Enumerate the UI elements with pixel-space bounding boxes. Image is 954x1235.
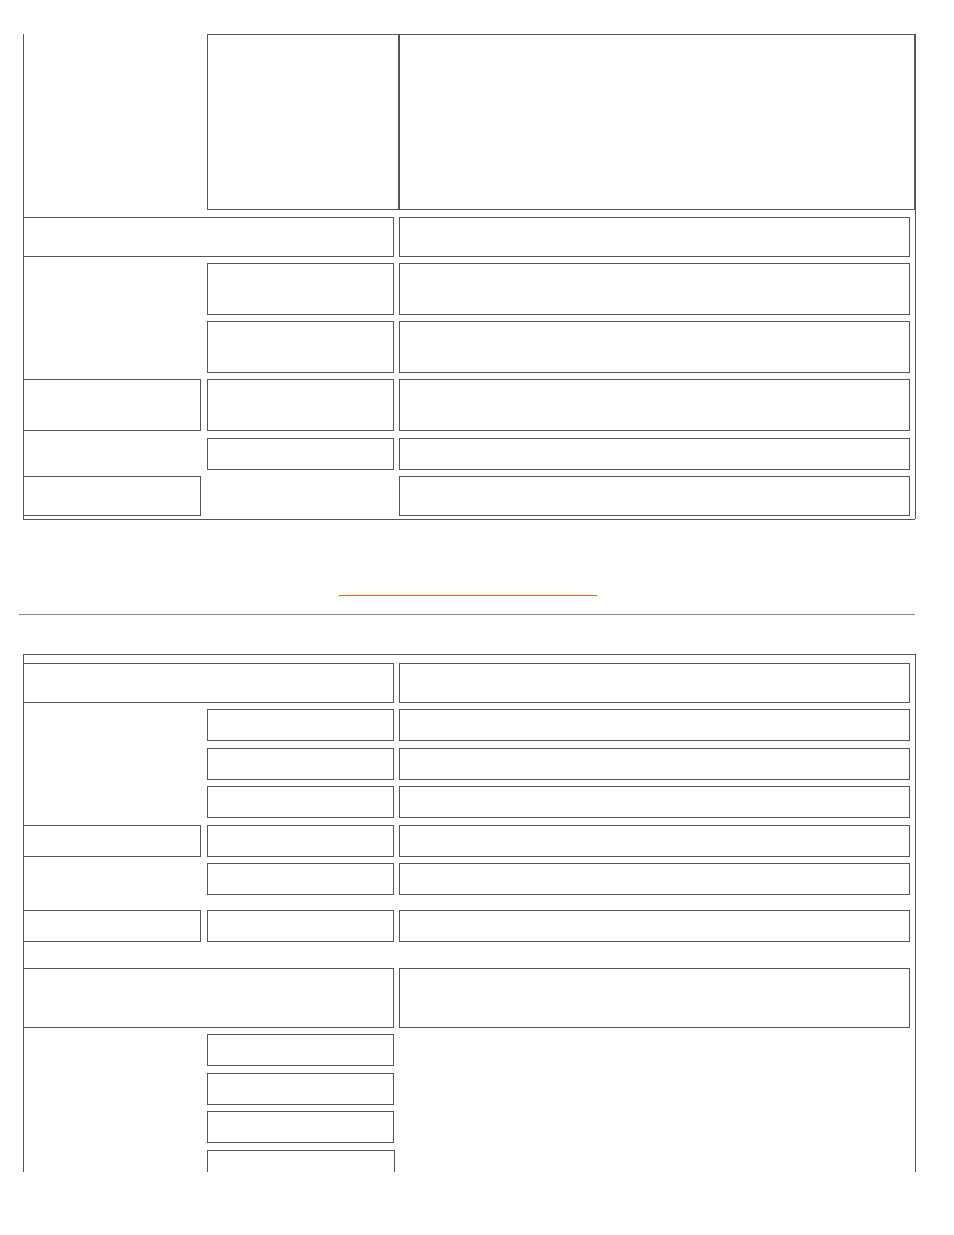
t2-r7-c2 — [399, 968, 910, 1028]
t2-r0-c2 — [399, 663, 910, 703]
t2-r5-c2 — [399, 863, 910, 895]
t2-r2-c2 — [399, 748, 910, 780]
t1-frame-right — [915, 34, 916, 519]
t2-r4-c0 — [23, 825, 201, 857]
t2-r6-c2 — [399, 910, 910, 942]
t2-r1-c1 — [207, 709, 394, 741]
t2-r4-c1 — [207, 825, 394, 857]
t2-r3-c1 — [207, 786, 394, 818]
t1-r2-c1 — [207, 263, 394, 315]
t1-r1-c01 — [23, 217, 394, 257]
t2-r8-c1 — [207, 1034, 394, 1066]
t1-frame-left — [23, 34, 24, 519]
t2-r10-c1 — [207, 1111, 394, 1143]
t2-r5-c1 — [207, 863, 394, 895]
t1-r6-c2 — [399, 476, 910, 516]
t1-r6-c0 — [23, 476, 201, 516]
t1-r4-c0 — [23, 379, 201, 431]
t2-r7-c01 — [23, 968, 394, 1028]
t1-r0-c1 — [207, 34, 399, 210]
t2-r11-right — [394, 1150, 395, 1172]
t2-r6-c0 — [23, 910, 201, 942]
t2-r2-c1 — [207, 748, 394, 780]
t2-r11-left — [207, 1150, 208, 1172]
t1-r0-c2 — [399, 34, 915, 210]
accent-underline — [339, 595, 597, 596]
t1-r3-c1 — [207, 321, 394, 373]
t2-r0-c01 — [23, 663, 394, 703]
t1-r5-c1 — [207, 438, 394, 470]
t1-r3-c2 — [399, 321, 910, 373]
t1-r5-c2 — [399, 438, 910, 470]
t1-r4-c1 — [207, 379, 394, 431]
t1-r4-c2 — [399, 379, 910, 431]
t1-r1-c2 — [399, 217, 910, 257]
page — [0, 0, 954, 1235]
t2-frame-right — [915, 654, 916, 1172]
t1-r2-c2 — [399, 263, 910, 315]
t2-r6-c1 — [207, 910, 394, 942]
t2-r11-top — [207, 1150, 394, 1151]
t1-frame-bottom — [23, 519, 915, 520]
t2-r4-c2 — [399, 825, 910, 857]
t2-r1-c2 — [399, 709, 910, 741]
page-divider — [19, 614, 915, 615]
t2-r9-c1 — [207, 1073, 394, 1105]
t2-frame-top — [23, 654, 915, 655]
t2-r3-c2 — [399, 786, 910, 818]
